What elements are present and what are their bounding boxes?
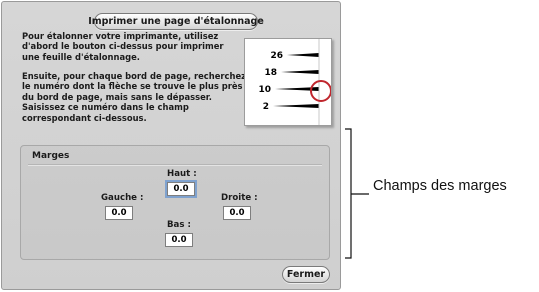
instructions-step-1: Pour étalonner votre imprimante, utilise… <box>22 31 224 62</box>
arrow-label-10: 10 <box>258 85 271 95</box>
instructions-step-2: Ensuite, pour chaque bord de page, reche… <box>22 71 246 123</box>
print-calibration-page-button[interactable]: Imprimer une page d'étalonnage <box>88 13 264 30</box>
calibration-page-illustration: 26 18 10 2 <box>244 38 332 126</box>
right-margin-label: Droite : <box>221 193 258 203</box>
top-margin-label: Haut : <box>167 169 197 179</box>
left-margin-label: Gauche : <box>101 193 144 203</box>
left-margin-field[interactable] <box>105 206 133 220</box>
arrow-2-mark <box>273 104 319 108</box>
bottom-margin-label: Bas : <box>167 220 191 230</box>
group-divider <box>28 164 322 166</box>
margins-group-box: Marges Haut : Gauche : Droite : Bas : <box>20 145 330 260</box>
arrow-label-26: 26 <box>270 51 283 61</box>
callout-bracket <box>345 128 369 259</box>
bottom-margin-field[interactable] <box>165 233 193 247</box>
arrow-26-mark <box>287 53 319 57</box>
callout-label: Champs des marges <box>373 178 507 194</box>
arrow-label-2: 2 <box>262 102 269 112</box>
margins-title: Marges <box>32 151 70 161</box>
arrow-18-mark <box>281 70 319 74</box>
calibration-dialog: Imprimer une page d'étalonnage Pour étal… <box>1 1 341 290</box>
right-margin-field[interactable] <box>223 206 251 220</box>
close-button[interactable]: Fermer <box>282 266 330 283</box>
top-margin-field[interactable] <box>167 182 195 196</box>
arrow-label-18: 18 <box>264 68 277 78</box>
highlight-circle-icon <box>310 80 331 102</box>
